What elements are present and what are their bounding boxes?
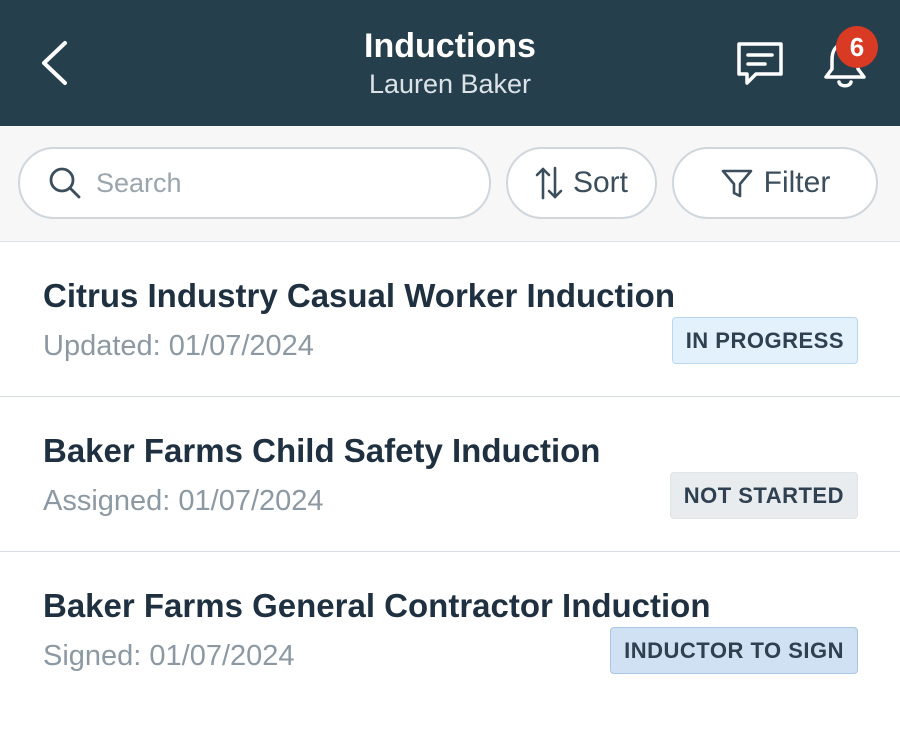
status-badge: NOT STARTED xyxy=(669,472,858,519)
list-item[interactable]: Baker Farms General Contractor Induction… xyxy=(0,552,900,707)
induction-date: Signed: 01/07/2024 xyxy=(43,640,295,672)
induction-date: Assigned: 01/07/2024 xyxy=(43,485,324,517)
chat-icon xyxy=(737,42,783,85)
header-title-block: Inductions Lauren Baker xyxy=(200,26,700,100)
search-input[interactable] xyxy=(96,167,456,199)
induction-title: Baker Farms Child Safety Induction xyxy=(43,432,601,469)
notification-badge: 6 xyxy=(836,26,878,68)
status-badge: IN PROGRESS xyxy=(671,317,858,364)
search-icon xyxy=(49,167,81,199)
filter-icon xyxy=(721,169,752,198)
list-item[interactable]: Citrus Industry Casual Worker Induction … xyxy=(0,242,900,397)
induction-date: Updated: 01/07/2024 xyxy=(43,330,314,362)
page-title: Inductions xyxy=(364,27,536,65)
app-header: Inductions Lauren Baker 6 xyxy=(0,0,900,126)
list-item[interactable]: Baker Farms Child Safety Induction Assig… xyxy=(0,397,900,552)
induction-title: Baker Farms General Contractor Induction xyxy=(43,587,711,624)
back-button[interactable] xyxy=(30,34,78,92)
filter-button[interactable]: Filter xyxy=(672,147,878,219)
status-badge: INDUCTOR TO SIGN xyxy=(610,627,858,674)
list-toolbar: Sort Filter xyxy=(0,126,900,242)
inductions-list: Citrus Industry Casual Worker Induction … xyxy=(0,242,900,707)
sort-label: Sort xyxy=(572,166,629,199)
search-box[interactable] xyxy=(18,147,491,219)
page-subtitle: Lauren Baker xyxy=(368,69,532,99)
sort-icon xyxy=(535,166,563,200)
sort-button[interactable]: Sort xyxy=(506,147,657,219)
filter-label: Filter xyxy=(763,166,831,199)
chevron-left-icon xyxy=(42,41,67,85)
messages-button[interactable] xyxy=(730,36,790,92)
induction-title: Citrus Industry Casual Worker Induction xyxy=(43,277,675,314)
